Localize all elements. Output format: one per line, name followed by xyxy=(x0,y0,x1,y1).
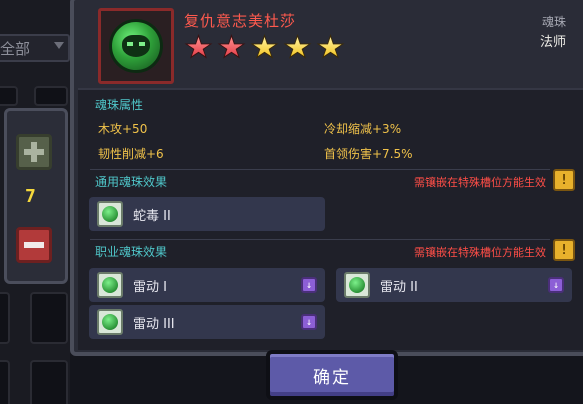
general-effects-warning: 需镶嵌在特殊槽位方能生效 xyxy=(414,176,546,189)
star-gold-icon xyxy=(316,34,345,59)
section-divider xyxy=(90,169,550,170)
star-gold-icon xyxy=(283,34,312,59)
general-effects-title: 通用魂珠效果 xyxy=(95,175,168,189)
effect-card-snake-venom[interactable]: 蛇毒 II xyxy=(89,197,325,231)
plus-icon xyxy=(24,142,44,162)
info-badge-icon[interactable]: ! xyxy=(553,239,575,261)
effect-label: 雷动 III xyxy=(133,316,175,332)
star-gold-icon xyxy=(250,34,279,59)
decrease-button[interactable] xyxy=(16,227,52,263)
snake-effect-icon xyxy=(344,272,370,298)
class-effects-title: 职业魂珠效果 xyxy=(95,245,168,259)
snake-face-icon xyxy=(122,35,150,57)
class-tag-icon: ↓ xyxy=(548,277,564,293)
inventory-slot[interactable] xyxy=(30,292,68,344)
increase-button[interactable] xyxy=(16,134,52,170)
orb-class-label: 法师 xyxy=(539,35,566,50)
class-effects-warning: 需镶嵌在特殊槽位方能生效 xyxy=(414,246,546,259)
attribute-item: 冷却缩减+3% xyxy=(324,122,402,136)
filter-label: 全部 xyxy=(0,40,31,58)
minus-icon xyxy=(24,242,44,248)
star-red-icon xyxy=(184,34,213,59)
section-divider xyxy=(90,239,550,240)
effect-label: 蛇毒 II xyxy=(133,208,171,224)
orb-icon-frame xyxy=(98,8,174,84)
snake-effect-icon xyxy=(97,272,123,298)
orb-type-label: 魂珠 xyxy=(541,15,566,29)
effect-card-thunder-3[interactable]: 雷动 III ↓ xyxy=(89,305,325,339)
effect-card-thunder-1[interactable]: 雷动 I ↓ xyxy=(89,268,325,302)
attribute-item: 木攻+50 xyxy=(98,122,148,136)
effect-label: 雷动 I xyxy=(133,279,167,295)
chevron-down-icon[interactable] xyxy=(54,42,64,49)
class-tag-icon: ↓ xyxy=(301,277,317,293)
snake-effect-icon xyxy=(97,309,123,335)
snake-effect-icon xyxy=(97,201,123,227)
orb-name: 复仇意志美杜莎 xyxy=(184,12,297,30)
inventory-slot[interactable] xyxy=(30,360,68,404)
attribute-item: 首领伤害+7.5% xyxy=(324,147,413,161)
class-tag-icon: ↓ xyxy=(301,314,317,330)
star-rating xyxy=(184,34,345,61)
medusa-orb-icon xyxy=(109,19,163,73)
inventory-slot[interactable] xyxy=(0,360,10,404)
inventory-slot[interactable] xyxy=(0,86,18,106)
star-red-icon xyxy=(217,34,246,59)
attributes-title: 魂珠属性 xyxy=(95,98,144,112)
inventory-slot[interactable] xyxy=(0,292,10,344)
inventory-slot[interactable] xyxy=(34,86,68,106)
effect-card-thunder-2[interactable]: 雷动 II ↓ xyxy=(336,268,572,302)
effect-label: 雷动 II xyxy=(380,279,418,295)
info-badge-icon[interactable]: ! xyxy=(553,169,575,191)
quantity-value: 7 xyxy=(25,186,36,207)
attribute-item: 韧性削减+6 xyxy=(98,147,164,161)
confirm-button[interactable]: 确定 xyxy=(266,350,398,400)
